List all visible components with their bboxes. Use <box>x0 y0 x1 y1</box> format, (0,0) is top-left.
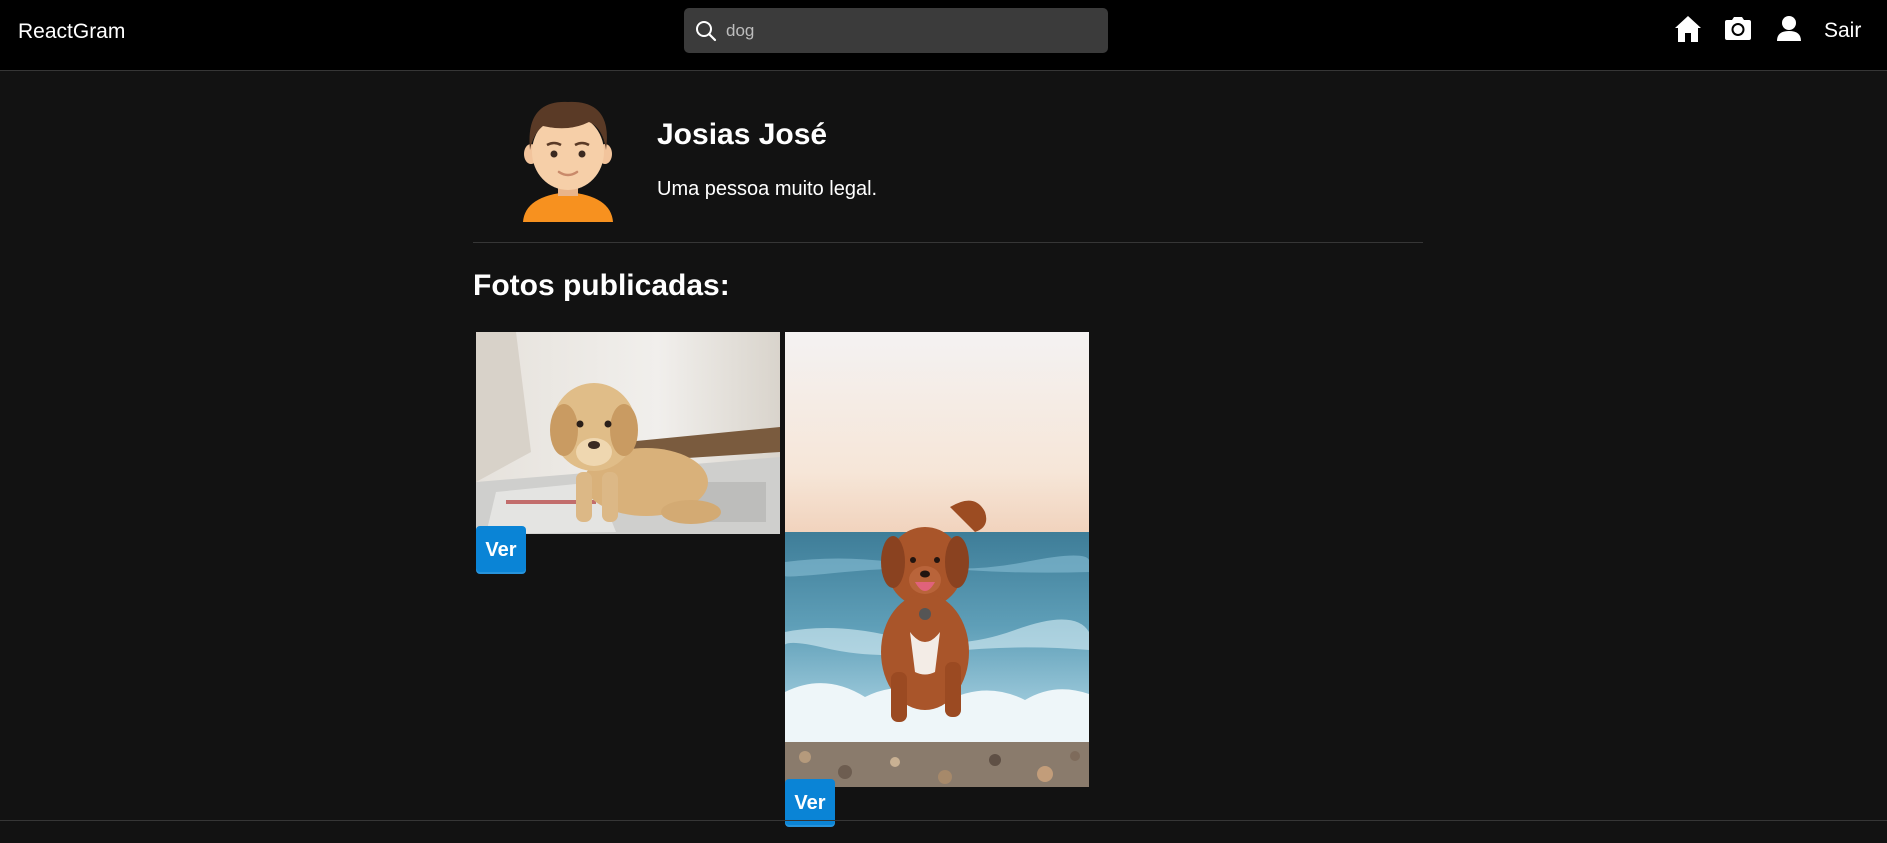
photo-card: Ver <box>785 332 1089 827</box>
profile-name: Josias José <box>657 118 828 151</box>
photo-dog-beach[interactable] <box>785 332 1089 787</box>
camera-icon[interactable] <box>1722 14 1754 44</box>
search-icon <box>696 21 717 42</box>
photo-puppy[interactable] <box>476 332 780 534</box>
brand-logo-link[interactable]: ReactGram <box>18 20 125 44</box>
navbar: ReactGram Sair <box>0 0 1887 71</box>
photo-card: Ver <box>476 332 780 574</box>
house-icon[interactable] <box>1672 14 1704 44</box>
search-input[interactable] <box>724 8 1094 53</box>
photos-section-title: Fotos publicadas: <box>473 269 730 302</box>
footer-divider <box>0 820 1887 821</box>
view-photo-button[interactable]: Ver <box>476 526 526 574</box>
search-form <box>684 8 1108 53</box>
user-icon[interactable] <box>1773 14 1805 44</box>
avatar <box>523 101 613 222</box>
profile-bio: Uma pessoa muito legal. <box>657 178 878 200</box>
profile-header: Josias José Uma pessoa muito legal. <box>473 72 1423 243</box>
logout-link[interactable]: Sair <box>1824 19 1861 43</box>
